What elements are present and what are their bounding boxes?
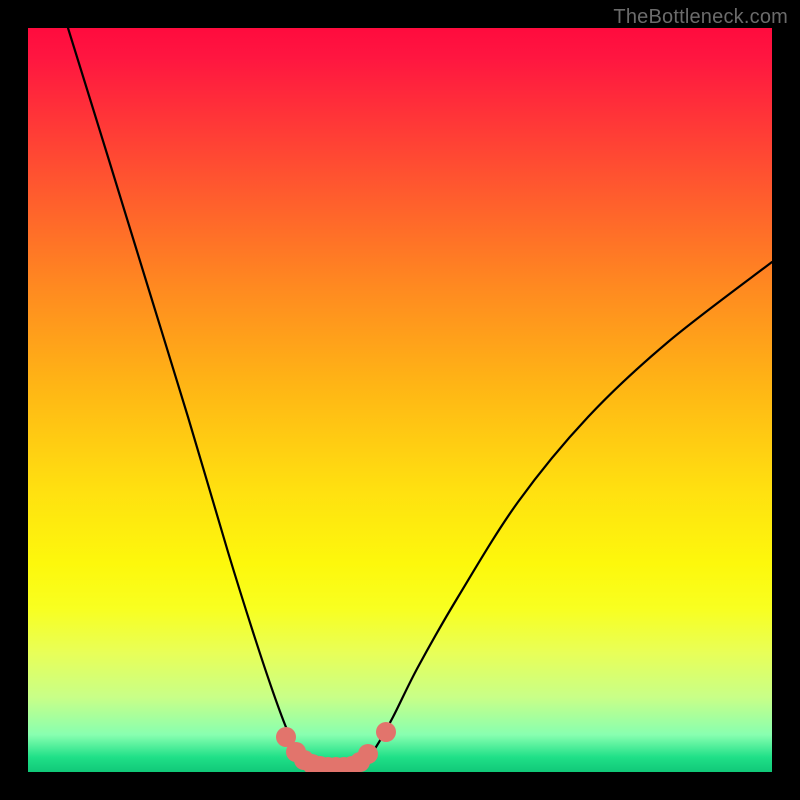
chart-frame: TheBottleneck.com [0, 0, 800, 800]
curve-layer [28, 28, 772, 772]
curve-group [68, 28, 772, 772]
marker-dot [376, 722, 396, 742]
bottom-marker-cluster [276, 722, 396, 772]
watermark-text: TheBottleneck.com [613, 6, 788, 29]
plot-area [28, 28, 772, 772]
marker-dot [358, 744, 378, 764]
curve-right-branch [358, 262, 772, 767]
curve-left-branch [68, 28, 316, 767]
